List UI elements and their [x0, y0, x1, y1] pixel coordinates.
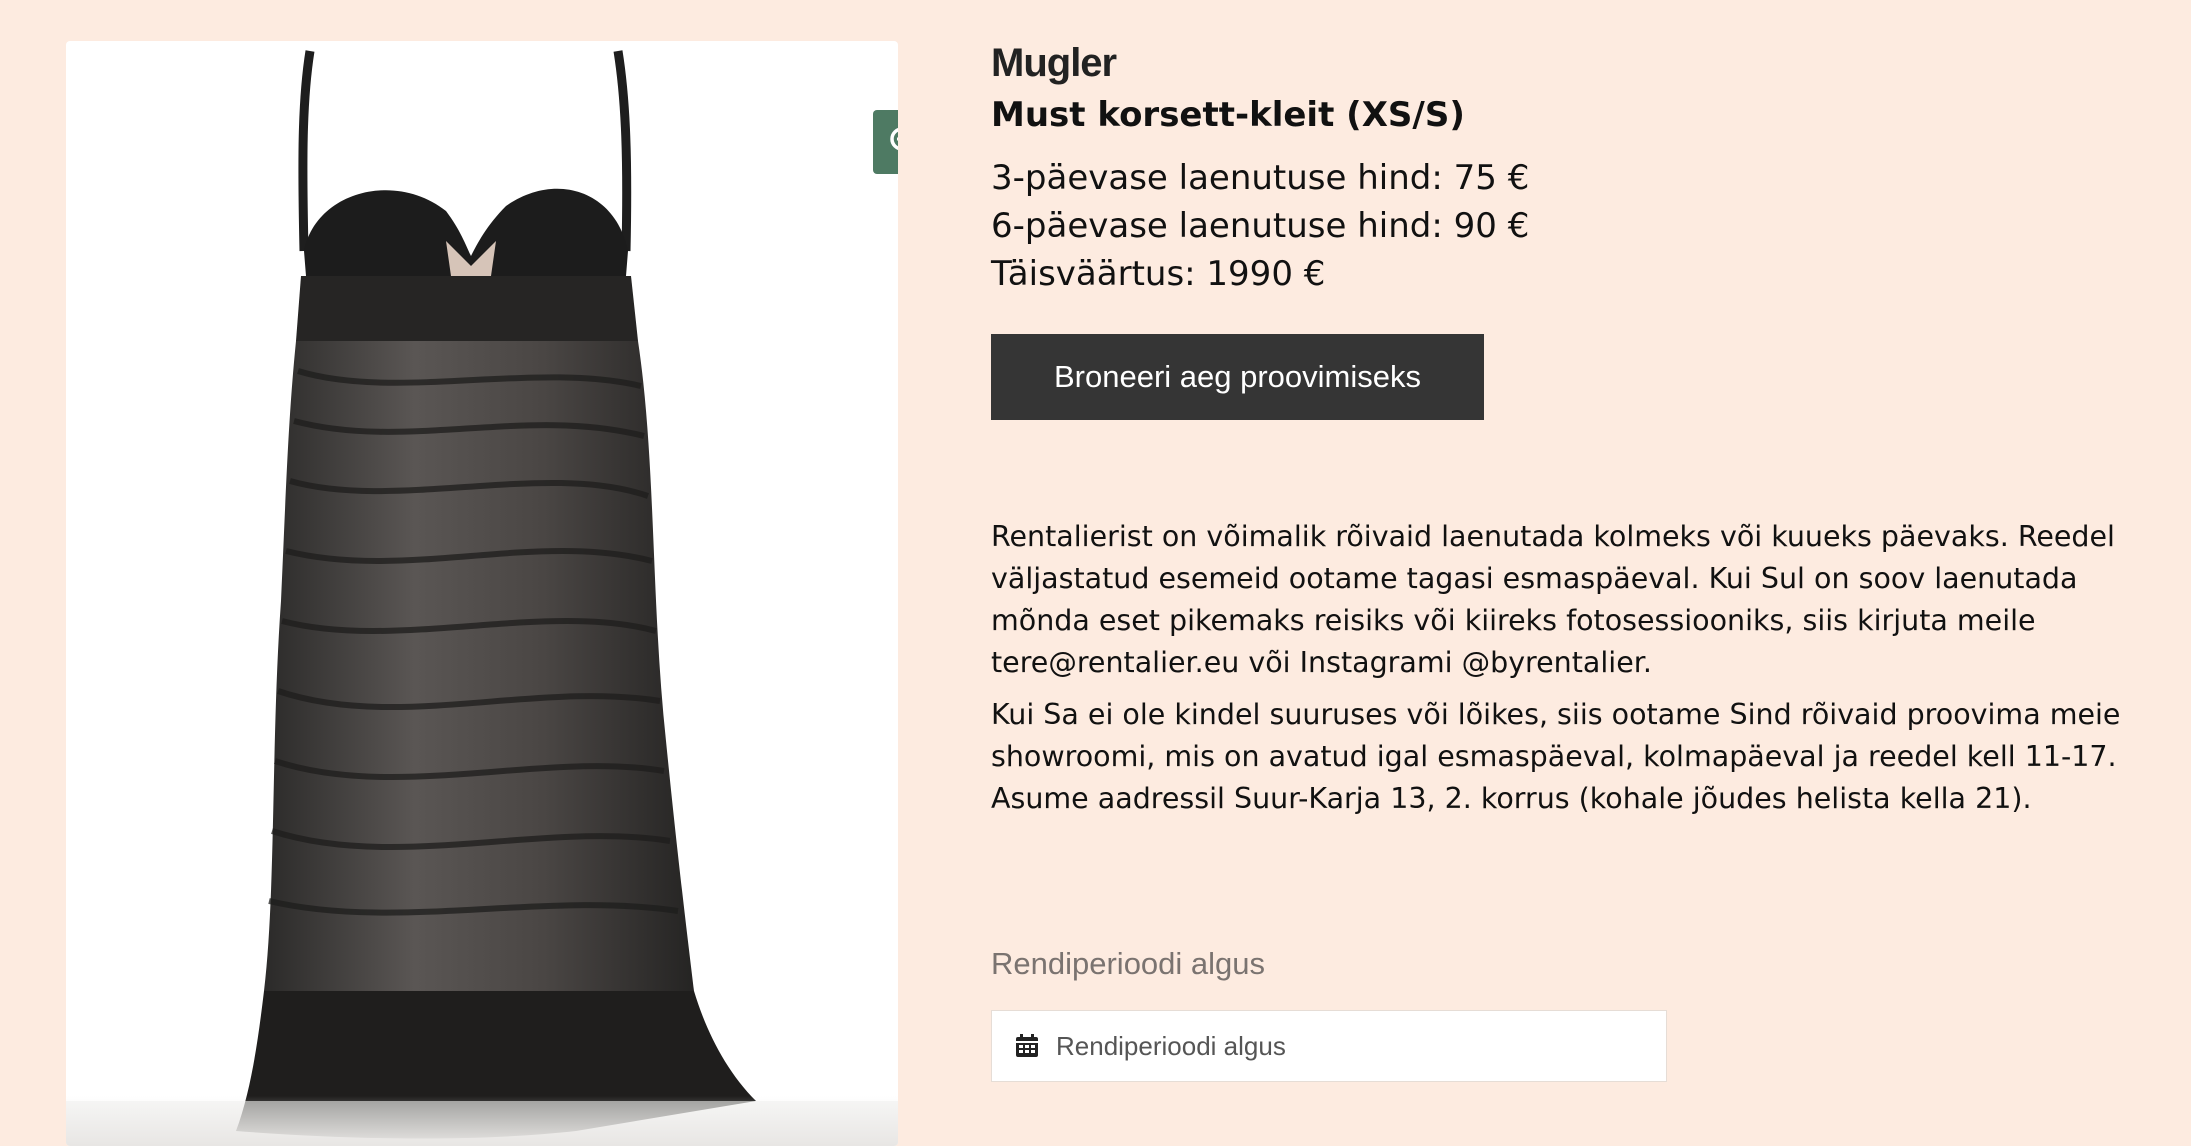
full-value: Täisväärtus: 1990 € — [991, 254, 1326, 294]
rental-start-placeholder: Rendiperioodi algus — [1056, 1030, 1286, 1061]
description-paragraph-showroom: Kui Sa ei ole kindel suuruses või lõikes… — [991, 698, 2121, 815]
zoom-in-icon — [890, 127, 898, 151]
rental-start-date-input[interactable]: Rendiperioodi algus — [991, 1010, 1667, 1082]
product-image-dress[interactable] — [66, 41, 898, 1146]
product-image-card — [66, 41, 898, 1146]
rental-start-label: Rendiperioodi algus — [991, 946, 1266, 981]
price-3-day: 3-päevase laenutuse hind: 75 € — [991, 158, 1530, 198]
price-6-day: 6-päevase laenutuse hind: 90 € — [991, 206, 1530, 246]
rental-description: Rentalierist on võimalik rõivaid laenuta… — [991, 516, 2151, 830]
book-fitting-button[interactable]: Broneeri aeg proovimiseks — [991, 334, 1484, 420]
description-paragraph-rental: Rentalierist on võimalik rõivaid laenuta… — [991, 520, 2115, 679]
image-bottom-fade — [66, 1096, 898, 1146]
zoom-button[interactable] — [873, 110, 898, 174]
product-brand: Mugler — [991, 41, 1117, 85]
price-list: 3-päevase laenutuse hind: 75 € 6-päevase… — [991, 154, 2151, 298]
product-info: Mugler Must korsett-kleit (XS/S) 3-päeva… — [991, 36, 2151, 298]
product-title: Must korsett-kleit (XS/S) — [991, 95, 1465, 135]
calendar-icon — [1016, 1034, 1038, 1057]
